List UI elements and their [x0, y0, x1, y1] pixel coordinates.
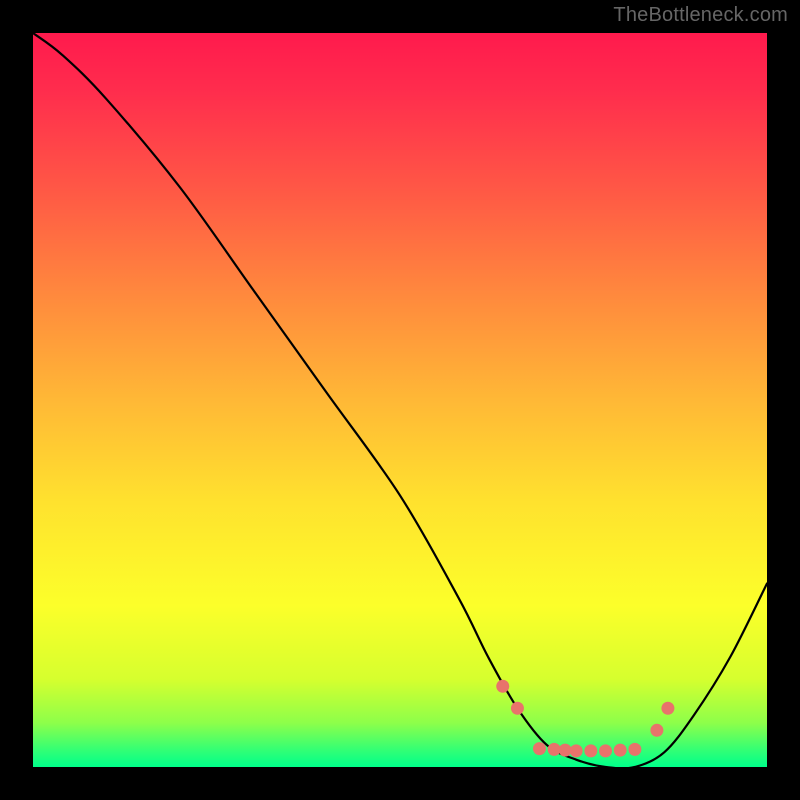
marker-dot — [511, 702, 524, 715]
bottleneck-curve — [33, 33, 767, 767]
marker-dot — [650, 724, 663, 737]
chart-svg — [33, 33, 767, 767]
marker-dot — [570, 744, 583, 757]
marker-dot — [628, 743, 641, 756]
marker-dot — [584, 744, 597, 757]
marker-dot — [559, 744, 572, 757]
highlight-markers — [496, 680, 674, 758]
marker-dot — [496, 680, 509, 693]
marker-dot — [599, 744, 612, 757]
marker-dot — [614, 744, 627, 757]
marker-dot — [548, 743, 561, 756]
plot-area — [33, 33, 767, 767]
marker-dot — [533, 742, 546, 755]
watermark-text: TheBottleneck.com — [613, 4, 788, 27]
marker-dot — [661, 702, 674, 715]
